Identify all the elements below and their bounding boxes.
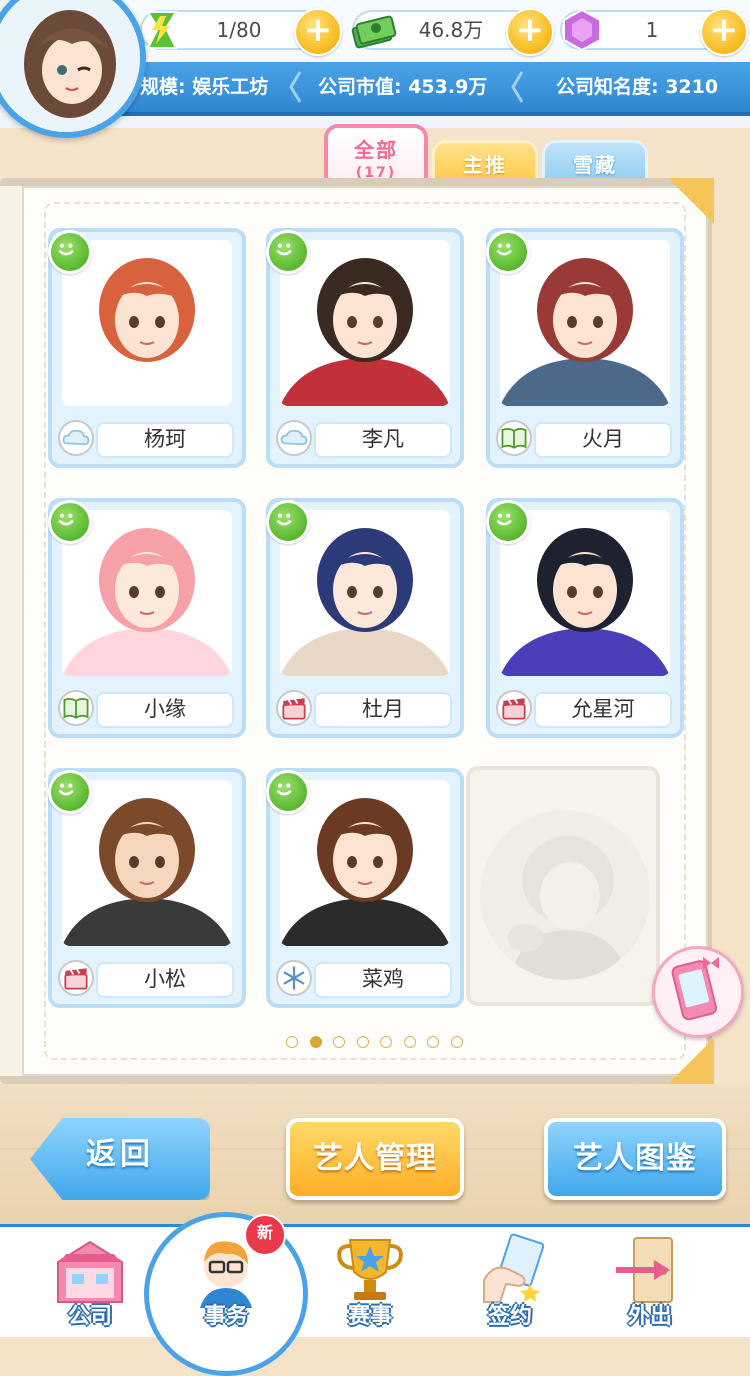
cloud-icon <box>276 420 312 456</box>
happy-mood-icon <box>48 230 92 274</box>
clapperboard-icon <box>276 690 312 726</box>
player-portrait-icon <box>0 0 140 132</box>
company-fame: 公司知名度: 3210 <box>556 76 719 98</box>
page-dot[interactable] <box>286 1036 298 1048</box>
album-left-edge <box>0 186 24 1076</box>
artist-catalog-button[interactable]: 艺人图鉴 <box>544 1118 726 1200</box>
nav-company-label: 公司 <box>67 1304 112 1329</box>
resource-row: 1/80 + 46.8万 + 1 + <box>120 0 750 62</box>
artist-name: 小松 <box>96 962 234 998</box>
energy-counter: 1/80 + <box>140 8 342 56</box>
trophy-icon <box>337 1239 403 1300</box>
company-market-value: 公司市值: 453.9万 <box>318 76 488 98</box>
artist-card[interactable]: 小松 <box>48 768 246 1008</box>
new-badge: 新 <box>244 1214 286 1256</box>
happy-mood-icon <box>486 500 530 544</box>
artist-name: 杜月 <box>314 692 452 728</box>
artist-name: 允星河 <box>534 692 672 728</box>
page-dot[interactable] <box>309 1036 322 1048</box>
happy-mood-icon <box>266 500 310 544</box>
nav-contest-label: 赛事 <box>347 1304 392 1329</box>
gem-counter: 1 + <box>560 8 748 56</box>
artist-card[interactable]: 杨珂 <box>48 228 246 468</box>
page-dot[interactable] <box>450 1036 463 1048</box>
contract-hand-icon <box>483 1233 545 1303</box>
door-arrow-icon <box>616 1237 673 1303</box>
book-icon <box>496 420 532 456</box>
artist-name: 火月 <box>534 422 672 458</box>
artist-management-button[interactable]: 艺人管理 <box>286 1118 464 1200</box>
company-stats-row: 规模: 娱乐工坊 公司市值: 453.9万 公司知名度: 3210 <box>120 62 750 116</box>
happy-mood-icon <box>48 500 92 544</box>
cash-stack-icon <box>351 15 397 49</box>
corner-decoration <box>668 1038 714 1084</box>
artist-card[interactable]: 火月 <box>486 228 684 468</box>
energy-value: 1/80 <box>216 18 262 42</box>
money-counter: 46.8万 + <box>351 8 554 56</box>
cloud-icon <box>58 420 94 456</box>
artist-name: 菜鸡 <box>314 962 452 998</box>
tab-featured-label: 主推 <box>463 153 507 177</box>
clapperboard-icon <box>58 960 94 996</box>
nav-contest[interactable]: 赛事 <box>310 1224 430 1334</box>
nav-company[interactable]: 公司 <box>30 1224 150 1334</box>
page-dot[interactable] <box>333 1036 345 1048</box>
nav-outing-label: 外出 <box>627 1304 672 1329</box>
gem-value: 1 <box>645 18 659 42</box>
clapperboard-icon <box>496 690 532 726</box>
tab-hidden-label: 雪藏 <box>573 153 617 177</box>
separator-chevron-icon <box>289 71 302 103</box>
nav-affairs-label: 事务 <box>203 1304 248 1329</box>
artist-name: 小缘 <box>96 692 234 728</box>
top-status-bar: 1/80 + 46.8万 + 1 + 规模: 娱乐工坊 公司市值: 453.9万… <box>0 0 750 138</box>
money-value: 46.8万 <box>418 18 484 42</box>
page-dot[interactable] <box>380 1036 392 1048</box>
artist-card[interactable]: 允星河 <box>486 498 684 738</box>
page-dot[interactable] <box>356 1036 369 1048</box>
nav-sign[interactable]: 签约 <box>450 1224 570 1334</box>
nav-outing[interactable]: 外出 <box>590 1224 710 1334</box>
energy-add-button[interactable]: + <box>294 8 342 56</box>
locked-artist-slot <box>466 766 660 1006</box>
company-scale: 规模: 娱乐工坊 <box>140 76 269 98</box>
pink-phone-icon <box>671 957 719 1021</box>
phone-button[interactable] <box>652 946 744 1038</box>
artist-name: 杨珂 <box>96 422 234 458</box>
artist-card[interactable]: 李凡 <box>266 228 464 468</box>
faded-portrait-icon <box>480 810 650 980</box>
tab-all[interactable]: 全部 (17) <box>324 124 428 186</box>
tab-all-label: 全部 <box>354 138 398 162</box>
artist-card[interactable]: 菜鸡 <box>266 768 464 1008</box>
artist-card[interactable]: 杜月 <box>266 498 464 738</box>
artist-card[interactable]: 小缘 <box>48 498 246 738</box>
locked-artist-silhouette <box>480 810 650 980</box>
page-dot[interactable] <box>403 1036 416 1048</box>
page-dot[interactable] <box>427 1036 439 1048</box>
separator-chevron-icon <box>511 71 524 103</box>
gem-icon <box>563 8 601 52</box>
happy-mood-icon <box>266 230 310 274</box>
money-add-button[interactable]: + <box>506 8 554 56</box>
book-icon <box>58 690 94 726</box>
corner-decoration <box>668 178 714 224</box>
gem-add-button[interactable]: + <box>700 8 748 56</box>
happy-mood-icon <box>48 770 92 814</box>
building-icon <box>57 1240 123 1303</box>
snowflake-icon <box>276 960 312 996</box>
nav-sign-label: 签约 <box>487 1304 532 1329</box>
back-button[interactable]: 返回 <box>30 1118 210 1200</box>
happy-mood-icon <box>266 770 310 814</box>
player-avatar[interactable] <box>0 0 146 138</box>
artist-name: 李凡 <box>314 422 452 458</box>
happy-mood-icon <box>486 230 530 274</box>
